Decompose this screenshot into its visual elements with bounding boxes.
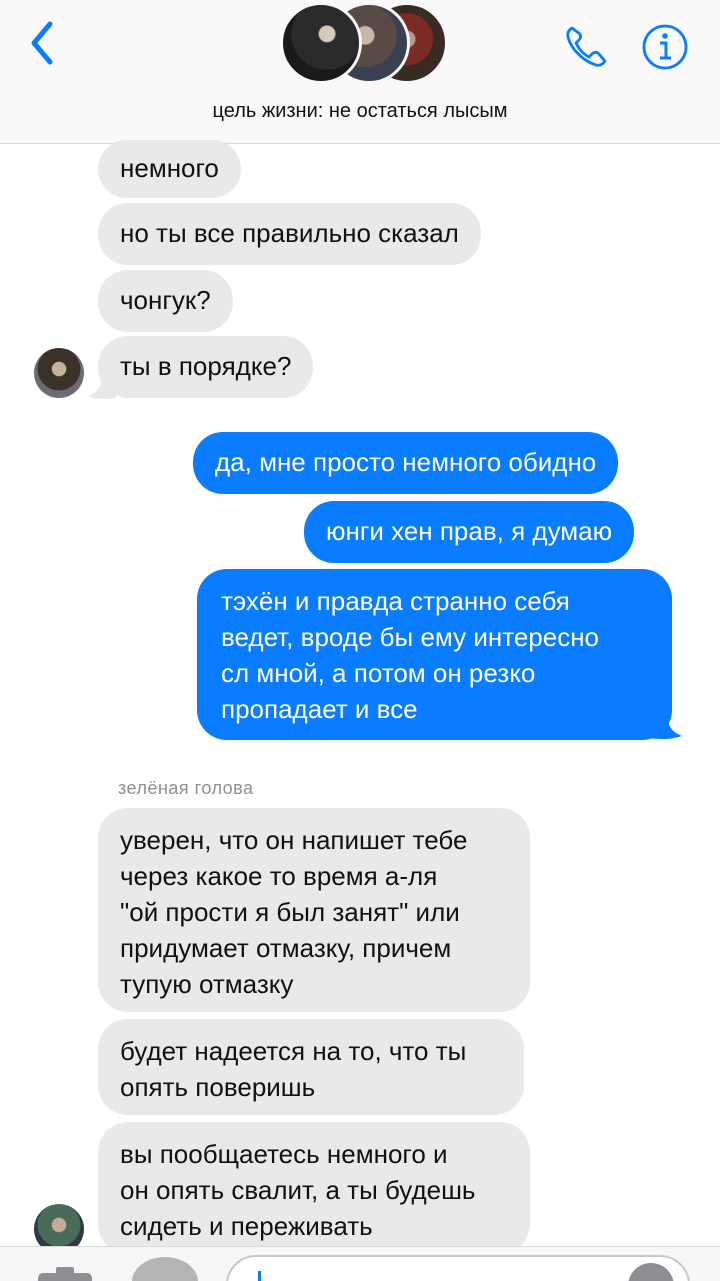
chat-title[interactable]: цель жизни: не остаться лысым bbox=[0, 100, 720, 123]
chevron-left-icon bbox=[31, 21, 53, 65]
message-text: юнги хен прав, я думаю bbox=[326, 516, 613, 546]
group-avatars[interactable] bbox=[280, 0, 448, 84]
call-button[interactable] bbox=[562, 22, 612, 72]
avatar bbox=[280, 2, 362, 84]
message-line: вы пообщаетесь немного и bbox=[120, 1139, 448, 1169]
message-bubble[interactable]: ты в порядке? bbox=[98, 336, 314, 398]
message-input[interactable] bbox=[226, 1255, 690, 1281]
compose-bar bbox=[0, 1246, 720, 1281]
message-line: он опять свалит, а ты будешь bbox=[120, 1175, 476, 1205]
message-text: немного bbox=[120, 153, 219, 183]
message-line: тэхён и правда странно себя bbox=[221, 586, 570, 616]
message-bubble[interactable]: юнги хен прав, я думаю bbox=[304, 501, 635, 563]
info-button[interactable] bbox=[640, 22, 690, 72]
message-bubble[interactable]: вы пообщаетесь немного и он опять свалит… bbox=[98, 1122, 530, 1254]
info-icon bbox=[642, 24, 688, 70]
message-text: да, мне просто немного обидно bbox=[215, 447, 597, 477]
back-button[interactable] bbox=[22, 18, 66, 68]
message-bubble[interactable]: чонгук? bbox=[98, 270, 233, 332]
message-text: чонгук? bbox=[120, 285, 211, 315]
phone-icon bbox=[566, 26, 607, 67]
chat-header: цель жизни: не остаться лысым bbox=[0, 0, 720, 144]
audio-button[interactable] bbox=[628, 1263, 674, 1281]
message-bubble[interactable]: но ты все правильно сказал bbox=[98, 203, 481, 265]
message-line: придумает отмазку, причем bbox=[120, 933, 452, 963]
message-line: уверен, что он напишет тебе bbox=[120, 825, 468, 855]
message-line: "ой прости я был занят" или bbox=[120, 897, 460, 927]
message-line: опять поверишь bbox=[120, 1072, 316, 1102]
message-line: тупую отмазку bbox=[120, 969, 294, 999]
sender-name: зелёная голова bbox=[118, 778, 254, 798]
message-line: сидеть и переживать bbox=[120, 1211, 373, 1241]
sender-avatar[interactable] bbox=[34, 348, 84, 398]
message-line: пропадает и все bbox=[221, 694, 418, 724]
message-bubble[interactable]: уверен, что он напишет тебе через какое … bbox=[98, 808, 530, 1012]
message-line: ведет, вроде бы ему интересно bbox=[221, 622, 600, 652]
message-text: ты в порядке? bbox=[120, 351, 292, 381]
message-bubble[interactable]: немного bbox=[98, 140, 241, 198]
message-bubble[interactable]: да, мне просто немного обидно bbox=[193, 432, 619, 494]
message-text: но ты все правильно сказал bbox=[120, 218, 459, 248]
camera-icon bbox=[38, 1267, 92, 1281]
message-bubble[interactable]: тэхён и правда странно себя ведет, вроде… bbox=[197, 569, 672, 740]
message-line: будет надеется на то, что ты bbox=[120, 1036, 467, 1066]
app-store-button[interactable] bbox=[132, 1257, 198, 1281]
message-line: сл мной, а потом он резко bbox=[221, 658, 536, 688]
message-bubble[interactable]: будет надеется на то, что ты опять повер… bbox=[98, 1019, 524, 1115]
message-line: через какое то время а-ля bbox=[120, 861, 438, 891]
camera-button[interactable] bbox=[36, 1263, 94, 1281]
